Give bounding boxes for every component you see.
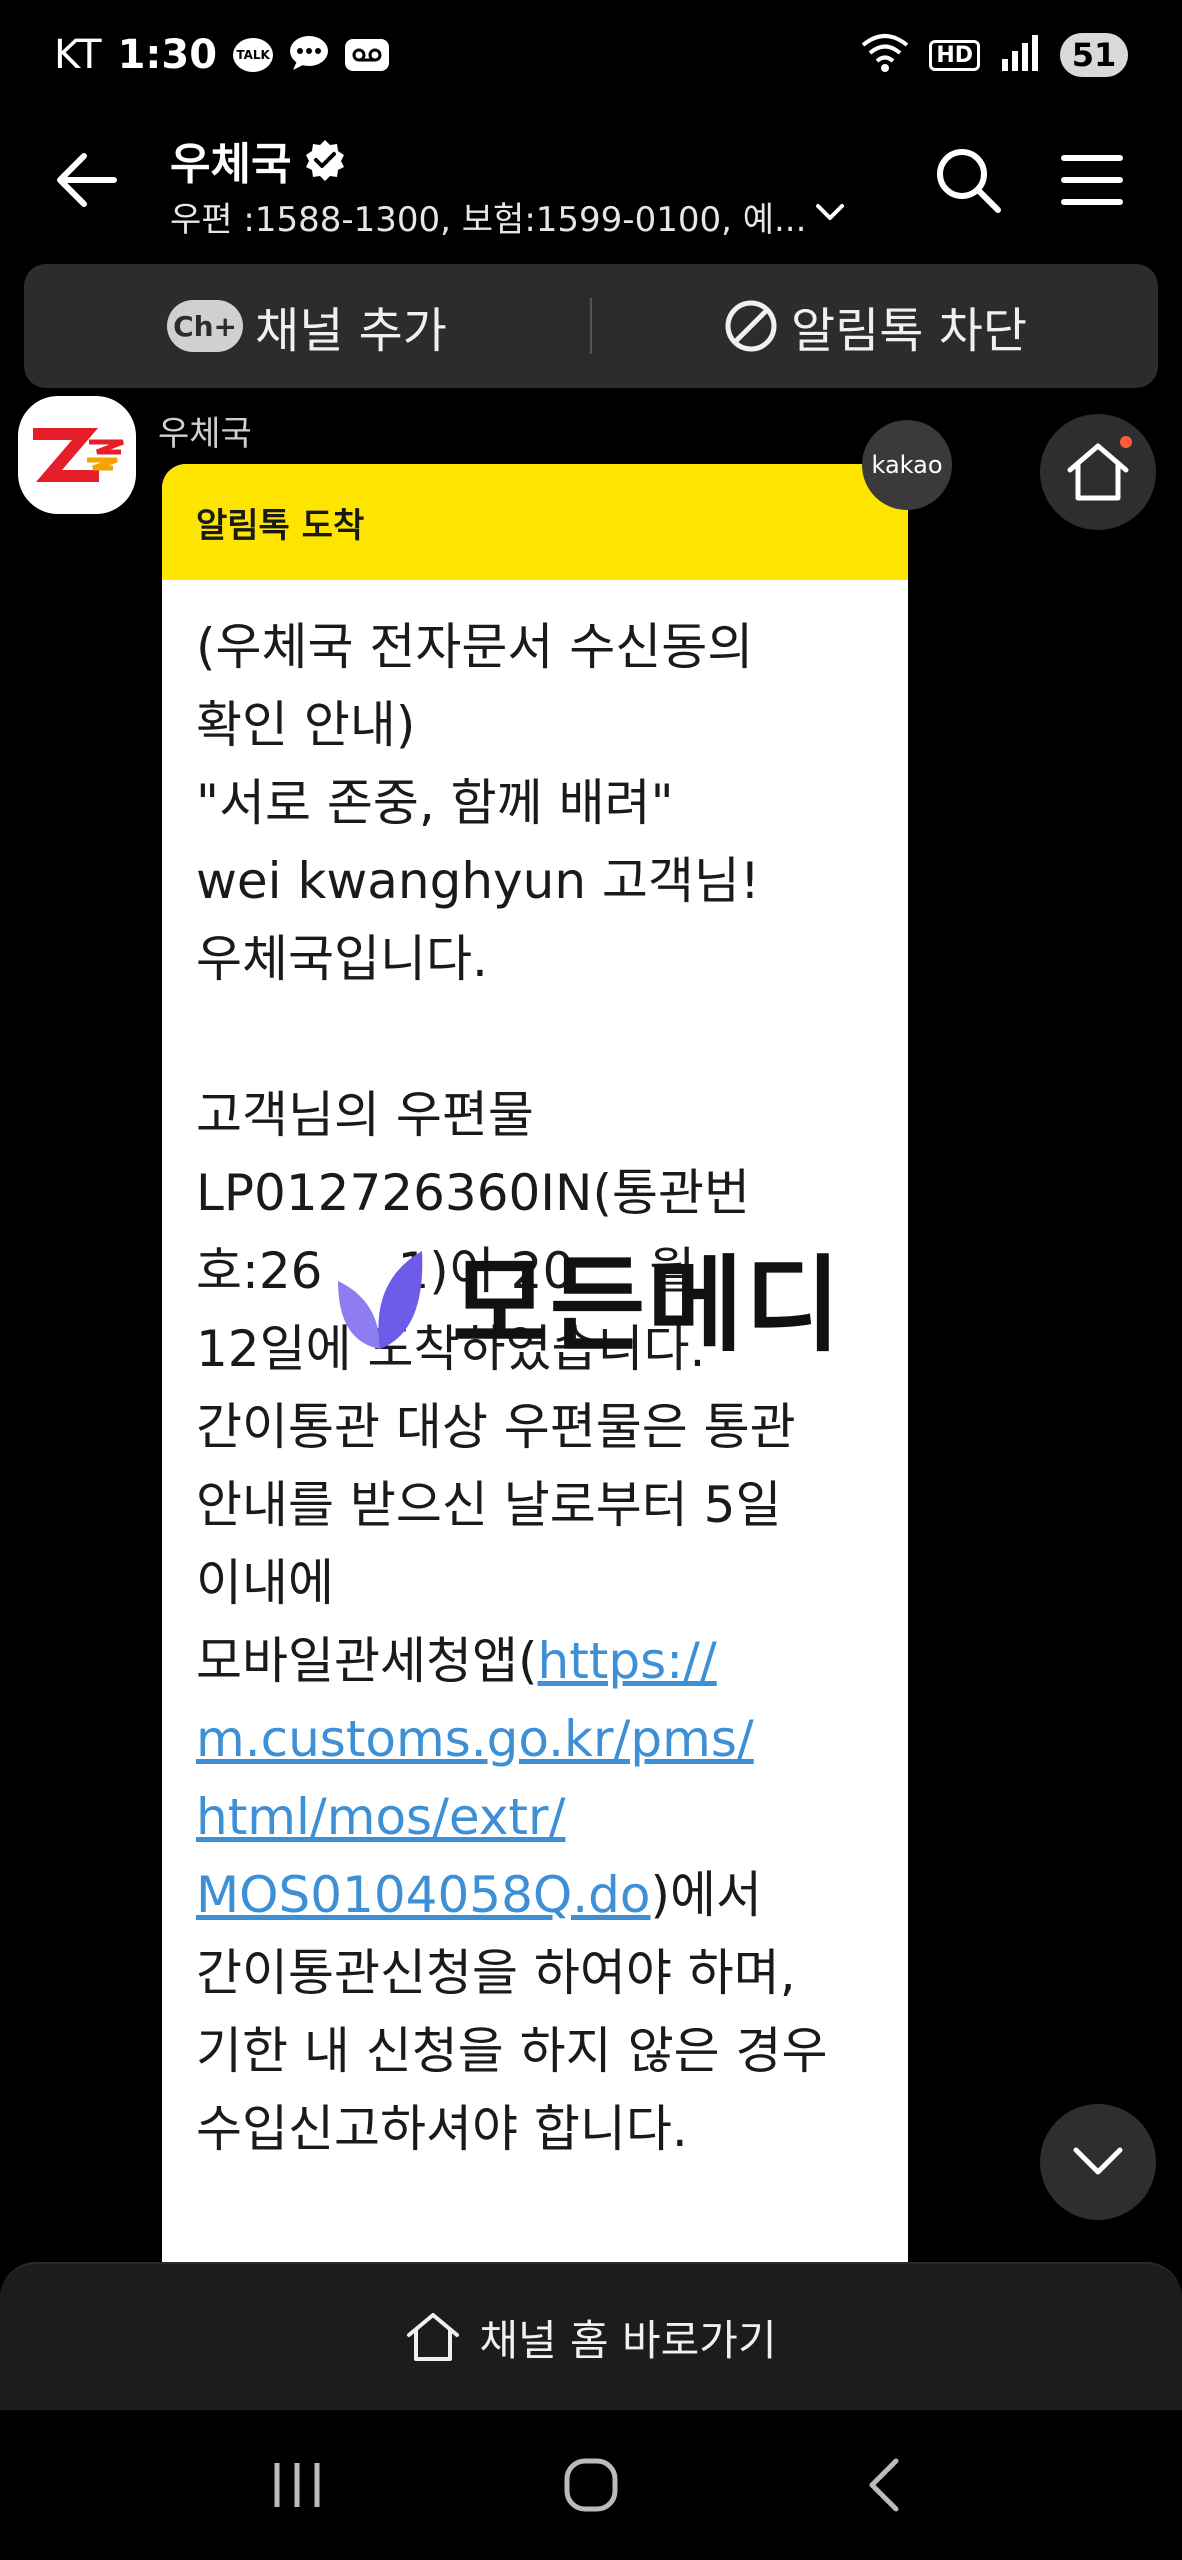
message-line: html/mos/extr/ bbox=[196, 1778, 874, 1856]
channel-name: 우체국 bbox=[170, 139, 292, 190]
message-line: 안내를 받으신 날로부터 5일 bbox=[196, 1476, 782, 1534]
channel-avatar[interactable] bbox=[18, 396, 136, 514]
clock: 1:30 bbox=[117, 32, 218, 78]
message-line: (우체국 전자문서 수신동의 bbox=[196, 618, 754, 676]
card-header: 알림톡 도착 bbox=[162, 464, 908, 580]
back-nav-button[interactable] bbox=[835, 2435, 935, 2535]
block-alimtalk-button[interactable]: 알림톡 차단 bbox=[592, 264, 1158, 388]
home-nav-button[interactable] bbox=[541, 2435, 641, 2535]
message-line: 수입신고하셔야 합니다. bbox=[196, 2100, 688, 2158]
message-line: 간이통관신청을 하여야 하며, bbox=[196, 1944, 796, 2002]
system-navigation-bar bbox=[0, 2410, 1182, 2560]
korea-post-logo-icon bbox=[33, 428, 124, 482]
message-spacer bbox=[196, 998, 874, 1076]
voicemail-icon bbox=[345, 39, 390, 71]
search-button[interactable] bbox=[930, 142, 1006, 218]
battery-icon: 51 bbox=[1060, 33, 1128, 77]
message-line: LP012726360IN(통관번 bbox=[196, 1164, 750, 1222]
message-line: 모바일관세청앱(https:// bbox=[196, 1622, 874, 1700]
menu-button[interactable] bbox=[1058, 146, 1126, 214]
scroll-to-bottom-button[interactable] bbox=[1040, 2104, 1156, 2220]
new-indicator-dot bbox=[1120, 436, 1132, 448]
search-icon bbox=[937, 149, 1001, 213]
add-channel-label: 채널 추가 bbox=[255, 303, 447, 359]
message-notification-icon bbox=[289, 35, 329, 75]
message-line: 기한 내 신청을 하지 않은 경우 bbox=[196, 2022, 828, 2080]
message-line: 우체국입니다. bbox=[196, 930, 488, 988]
message-line: m.customs.go.kr/pms/ bbox=[196, 1700, 874, 1778]
message-text: 모바일관세청앱( bbox=[196, 1632, 538, 1690]
message-body: (우체국 전자문서 수신동의 확인 안내) "서로 존중, 함께 배려" wei… bbox=[162, 580, 908, 2168]
message-line: MOS0104058Q.do)에서 bbox=[196, 1856, 874, 1934]
message-line: 이내에 bbox=[196, 1554, 334, 1612]
carrier-label: KT bbox=[54, 32, 102, 78]
home-circle-icon bbox=[564, 2458, 618, 2512]
home-icon bbox=[1067, 443, 1129, 501]
wifi-icon bbox=[861, 33, 909, 77]
chevron-down-icon[interactable] bbox=[808, 190, 852, 234]
verified-badge-icon bbox=[306, 140, 345, 181]
message-line: 12일에 도착하였습니다. bbox=[196, 1320, 706, 1378]
add-channel-button[interactable]: Ch+ 채널 추가 bbox=[24, 264, 590, 388]
kakaotalk-notification-icon: TALK bbox=[233, 38, 274, 72]
status-bar: KT 1:30 TALK HD 51 bbox=[0, 0, 1182, 110]
channel-home-label: 채널 홈 바로가기 bbox=[479, 2315, 777, 2365]
message-line: 호:26 1)이 20 월 bbox=[196, 1242, 696, 1300]
signal-icon bbox=[1000, 35, 1040, 75]
chevron-down-icon bbox=[1073, 2147, 1123, 2175]
channel-title[interactable]: 우체국 bbox=[170, 128, 347, 192]
alimtalk-message-card: 알림톡 도착 (우체국 전자문서 수신동의 확인 안내) "서로 존중, 함께 … bbox=[162, 464, 908, 2264]
block-alimtalk-label: 알림톡 차단 bbox=[790, 303, 1028, 359]
sender-name: 우체국 bbox=[158, 414, 252, 454]
customs-link[interactable]: https:// bbox=[538, 1632, 717, 1690]
message-text: )에서 bbox=[650, 1866, 763, 1924]
message-line: wei kwanghyun 고객님! bbox=[196, 852, 760, 910]
status-left: KT 1:30 TALK bbox=[54, 32, 390, 78]
channel-home-link-bar[interactable]: 채널 홈 바로가기 bbox=[0, 2262, 1182, 2410]
message-line: "서로 존중, 함께 배려" bbox=[196, 774, 674, 832]
customs-link[interactable]: html/mos/extr/ bbox=[196, 1788, 565, 1846]
status-right: HD 51 bbox=[861, 33, 1128, 77]
message-line: 고객님의 우편물 bbox=[196, 1086, 534, 1144]
channel-add-icon: Ch+ bbox=[167, 300, 244, 352]
customs-link[interactable]: m.customs.go.kr/pms/ bbox=[196, 1710, 754, 1768]
back-chevron-icon bbox=[869, 2458, 899, 2512]
recent-apps-icon bbox=[274, 2463, 320, 2507]
recent-apps-button[interactable] bbox=[247, 2435, 347, 2535]
chat-header: 우체국 우편 :1588-1300, 보험:1599-0100, 예... bbox=[0, 110, 1182, 260]
customs-link[interactable]: MOS0104058Q.do bbox=[196, 1866, 651, 1924]
channel-home-floating-button[interactable] bbox=[1040, 414, 1156, 530]
channel-action-bar: Ch+ 채널 추가 알림톡 차단 bbox=[24, 264, 1158, 388]
block-icon bbox=[725, 300, 777, 352]
kakao-badge: kakao bbox=[862, 420, 952, 510]
back-button[interactable] bbox=[48, 140, 128, 220]
message-line: 확인 안내) bbox=[196, 696, 416, 754]
hamburger-menu-icon bbox=[1061, 155, 1123, 205]
message-line: 간이통관 대상 우편물은 통관 bbox=[196, 1398, 796, 1456]
hd-voice-icon: HD bbox=[929, 39, 980, 71]
home-icon bbox=[407, 2313, 460, 2361]
channel-description[interactable]: 우편 :1588-1300, 보험:1599-0100, 예... bbox=[170, 192, 806, 241]
arrow-left-icon bbox=[57, 153, 117, 207]
